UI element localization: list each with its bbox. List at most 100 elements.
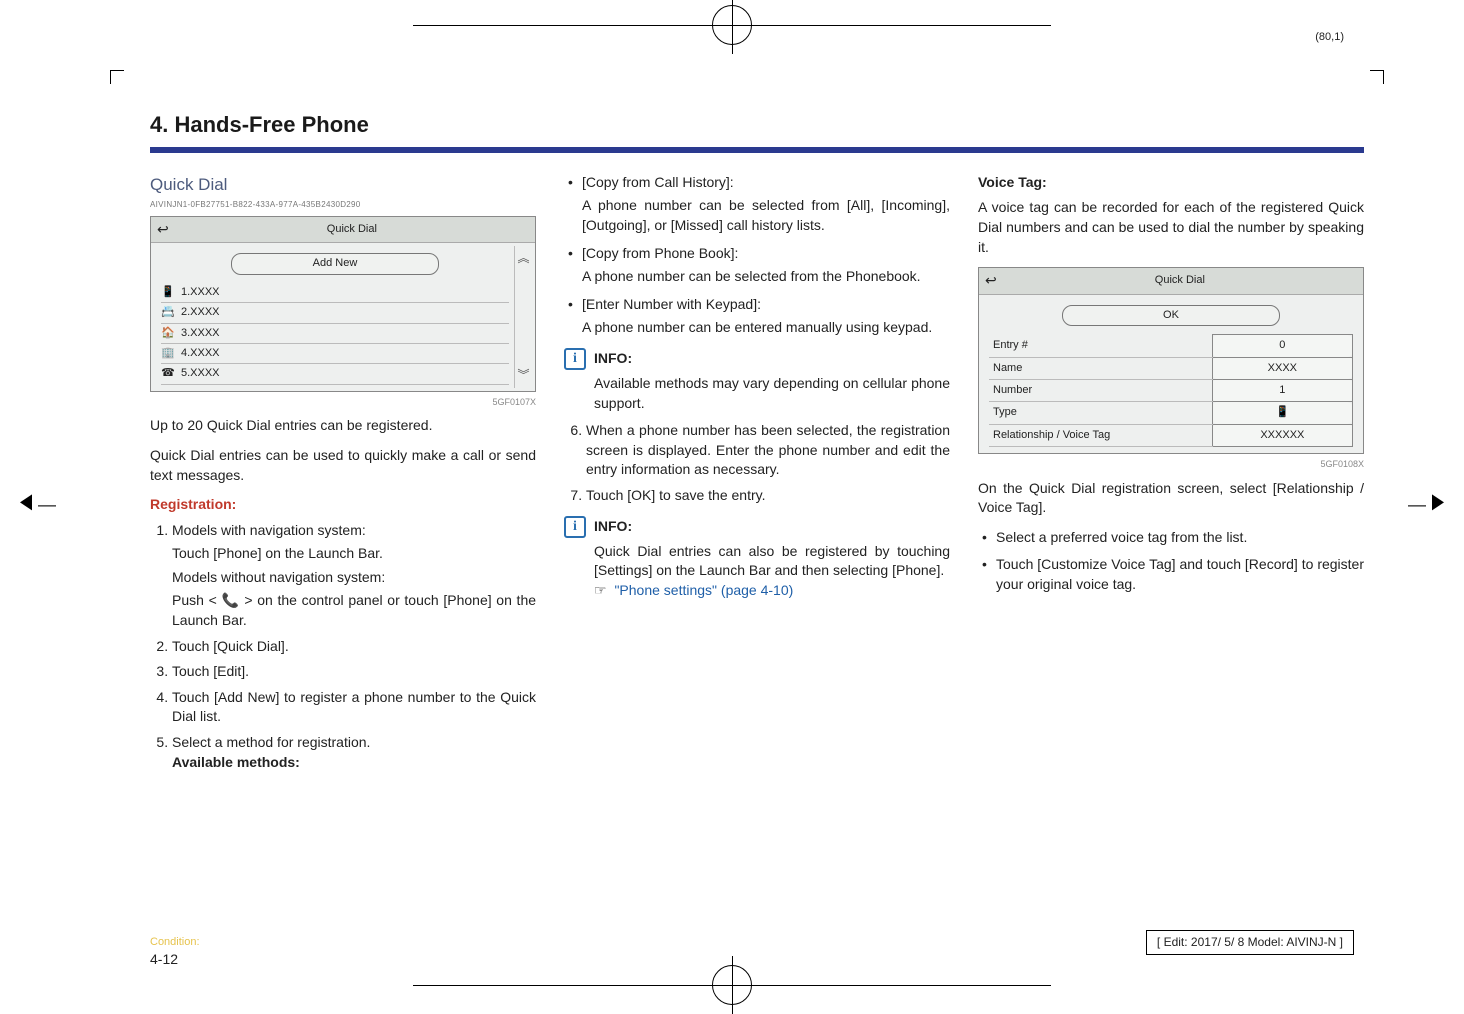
step-text: Models without navigation system: [172,568,536,588]
info-box: i INFO: [564,348,950,370]
card-icon: 📇 [161,305,175,320]
table-row: Number 1 [989,379,1353,401]
phone-button-icon: 📞 [221,592,239,608]
field-label: Relationship / Voice Tag [989,424,1212,446]
step-2: Touch [Quick Dial]. [172,637,536,657]
methods-list: [Copy from Call History]: A phone number… [564,173,950,338]
list-item: 📇 2.XXXX [161,303,509,323]
scroll-indicator: ︽ ︾ [514,246,532,388]
back-icon: ↩ [985,271,997,291]
step-4: Touch [Add New] to register a phone numb… [172,688,536,727]
list-item-label: 3.XXXX [181,326,220,341]
field-value: 1 [1247,383,1317,398]
document-code: AIVINJN1-0FB27751-B822-433A-977A-435B243… [150,199,536,210]
method-item: [Copy from Call History]: A phone number… [582,173,950,236]
paragraph: Quick Dial entries can be used to quickl… [150,446,536,485]
list-item: ☎ 5.XXXX [161,364,509,384]
paragraph: Up to 20 Quick Dial entries can be regis… [150,416,536,436]
info-label: INFO: [594,349,632,369]
divider [150,147,1364,153]
column-2: [Copy from Call History]: A phone number… [564,173,950,778]
back-icon: ↩ [157,220,169,240]
info-label: INFO: [594,517,632,537]
field-value: 📱 [1247,405,1317,420]
office-icon: 🏢 [161,346,175,361]
method-title: [Copy from Phone Book]: [582,244,950,264]
chevron-up-icon: ︽ [517,250,529,267]
voice-tag-bullets: Select a preferred voice tag from the li… [978,528,1364,595]
corner-mark [1370,70,1384,84]
crop-mark-bottom [712,965,752,1005]
step-text: Touch [Phone] on the Launch Bar. [172,544,536,564]
list-item: Select a preferred voice tag from the li… [996,528,1364,548]
edit-info-box: [ Edit: 2017/ 5/ 8 Model: AIVINJ-N ] [1146,930,1354,955]
method-body: A phone number can be selected from [All… [582,196,950,235]
field-label: Number [989,379,1212,401]
registration-heading: Registration: [150,495,536,515]
side-arrow-right: — [1408,492,1444,517]
method-body: A phone number can be entered manually u… [582,318,950,338]
info-icon: i [564,348,586,370]
column-1: Quick Dial AIVINJN1-0FB27751-B822-433A-9… [150,173,536,778]
home-icon: 🏠 [161,326,175,341]
method-body: A phone number can be selected from the … [582,267,950,287]
step-1: Models with navigation system: Touch [Ph… [172,521,536,631]
table-row: Entry # 0 [989,335,1353,357]
info-text: Quick Dial entries can also be registere… [594,542,950,601]
column-3: Voice Tag: A voice tag can be recorded f… [978,173,1364,778]
method-title: [Copy from Call History]: [582,173,950,193]
field-value: XXXXXX [1247,428,1317,443]
page-number: 4-12 [150,950,178,970]
paragraph: On the Quick Dial registration screen, s… [978,479,1364,518]
chevron-down-icon: ︾ [517,367,529,384]
step-text: Models with navigation system: [172,521,536,541]
figure-caption: 5GF0108X [978,458,1364,471]
info-icon: i [564,516,586,538]
table-row: Name XXXX [989,357,1353,379]
field-value: 0 [1247,338,1317,353]
list-item-label: 2.XXXX [181,305,220,320]
list-item: 📱1.XXXX [161,283,509,303]
section-heading: Quick Dial [150,173,536,197]
field-label: Entry # [989,335,1212,357]
step-7: Touch [OK] to save the entry. [586,486,950,506]
list-item-label: 1.XXXX [181,285,220,300]
field-label: Name [989,357,1212,379]
table-row: Type 📱 [989,402,1353,424]
field-value: XXXX [1247,361,1317,376]
method-title: [Enter Number with Keypad]: [582,295,950,315]
crop-mark-top [712,5,752,45]
figure-quick-dial-list: ↩ Quick Dial Add New 📱1.XXXX 📇 2.XXXX 🏠 3.… [150,216,536,392]
condition-label: Condition: [150,935,200,950]
side-arrow-left: — [20,492,56,517]
cross-reference-link: "Phone settings" (page 4-10) [614,582,793,598]
step-5: Select a method for registration. Availa… [172,733,536,772]
list-item-label: 5.XXXX [181,366,220,381]
info-text: Available methods may vary depending on … [594,374,950,413]
step-6: When a phone number has been selected, t… [586,421,950,480]
list-item-label: 4.XXXX [181,346,220,361]
detail-table: Entry # 0 Name XXXX Number 1 Type 📱 Relation… [989,334,1353,447]
list-item: 🏠 3.XXXX [161,324,509,344]
field-label: Type [989,402,1212,424]
figure-quick-dial-detail: ↩ Quick Dial OK Entry # 0 Name XXXX Number… [978,267,1364,454]
paragraph: A voice tag can be recorded for each of … [978,198,1364,257]
ok-button: OK [1062,305,1280,326]
corner-mark [110,70,124,84]
figure-title: Quick Dial [1003,273,1357,288]
method-item: [Enter Number with Keypad]: A phone numb… [582,295,950,338]
list-item: Touch [Customize Voice Tag] and touch [R… [996,555,1364,594]
figure-caption: 5GF0107X [150,396,536,409]
table-row: Relationship / Voice Tag XXXXXX [989,424,1353,446]
add-new-button: Add New [231,253,440,274]
list-item: 🏢 4.XXXX [161,344,509,364]
step-3: Touch [Edit]. [172,662,536,682]
method-item: [Copy from Phone Book]: A phone number c… [582,244,950,287]
steps-list: Models with navigation system: Touch [Ph… [150,521,536,773]
available-methods-label: Available methods: [172,753,536,773]
pointer-icon: ☞ [594,582,607,598]
voice-tag-heading: Voice Tag: [978,173,1364,193]
chapter-title: 4. Hands-Free Phone [150,110,1364,141]
figure-title: Quick Dial [175,222,529,237]
phone-icon: ☎ [161,366,175,381]
